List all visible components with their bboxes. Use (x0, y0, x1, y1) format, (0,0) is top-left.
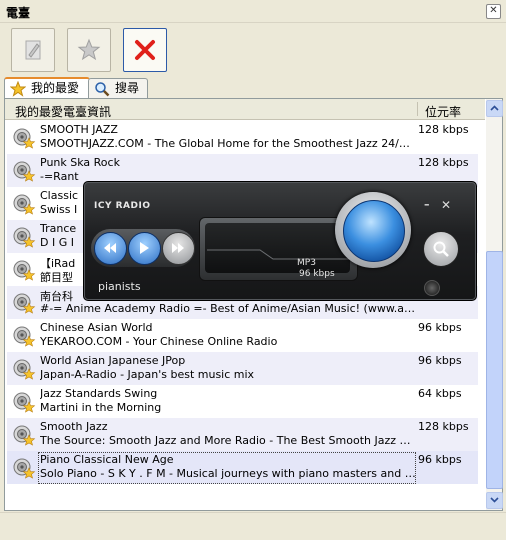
radio-station-icon (13, 260, 36, 281)
radio-player-widget[interactable]: ICY RADIO – ✕ MP3 96 kbps pianists (83, 168, 481, 303)
fast-forward-button[interactable] (162, 232, 195, 265)
station-description: #-= Anime Academy Radio =- Best of Anime… (40, 302, 416, 315)
station-description: YEKAROO.COM - Your Chinese Online Radio (40, 335, 278, 348)
tab-search-label: 搜尋 (115, 81, 140, 95)
window-close-button[interactable]: ✕ (486, 4, 501, 19)
toolbar (0, 22, 506, 78)
station-name: Chinese Asian World (40, 321, 153, 334)
stream-bitrate: 96 kbps (299, 269, 335, 279)
chevron-up-icon (490, 105, 499, 111)
vertical-scrollbar[interactable] (486, 99, 503, 510)
station-description: Martini in the Morning (40, 401, 162, 414)
radio-station-icon (13, 359, 36, 380)
station-name: World Asian Japanese JPop (40, 354, 186, 367)
play-icon (140, 242, 149, 254)
volume-dial-center (343, 200, 405, 262)
radio-station-icon (13, 161, 36, 182)
radio-station-icon (13, 326, 36, 347)
station-row[interactable]: Smooth Jazz The Source: Smooth Jazz and M… (7, 418, 478, 451)
transport-controls (91, 229, 195, 267)
volume-knob[interactable] (424, 280, 440, 296)
title-bar: 電臺 ✕ (0, 0, 506, 23)
station-description: Japan-A-Radio - Japan's best music mix (40, 368, 255, 381)
rewind-button[interactable] (94, 232, 127, 265)
radio-station-icon (13, 392, 36, 413)
star-icon (10, 81, 26, 97)
stream-format: MP3 (297, 258, 316, 268)
column-divider[interactable] (417, 102, 418, 116)
magnifier-icon (95, 82, 110, 97)
delete-x-icon (135, 40, 155, 60)
station-bitrate: 96 kbps (418, 453, 462, 466)
station-name: Jazz Standards Swing (40, 387, 158, 400)
column-header: 我的最愛電臺資訊 位元率 (5, 99, 485, 120)
edit-station-button[interactable] (11, 28, 55, 72)
column-header-info[interactable]: 我的最愛電臺資訊 (15, 103, 111, 120)
lcd-signal-line (207, 249, 350, 260)
station-bitrate: 96 kbps (418, 354, 462, 367)
tab-favorites-label: 我的最愛 (31, 81, 80, 95)
scroll-thumb[interactable] (486, 251, 503, 489)
chevron-down-icon (490, 497, 499, 503)
station-list: 我的最愛電臺資訊 位元率 SMOOTH JAZZ SMOOTHJAZZ.COM -… (4, 98, 503, 511)
station-row[interactable]: Piano Classical New Age Solo Piano - S K … (7, 451, 478, 484)
rewind-icon (104, 243, 116, 253)
player-minimize-button[interactable]: – (424, 198, 430, 211)
fast-forward-icon (172, 243, 184, 253)
star-icon (77, 38, 101, 61)
station-bitrate: 64 kbps (418, 387, 462, 400)
window-title: 電臺 (6, 6, 31, 20)
add-favorite-button[interactable] (67, 28, 111, 72)
tab-favorites[interactable]: 我的最愛 (4, 77, 90, 100)
station-name: Smooth Jazz (40, 420, 108, 433)
radio-station-icon (13, 293, 36, 314)
player-close-button[interactable]: ✕ (441, 198, 451, 212)
focus-rectangle (38, 452, 416, 484)
player-body: ICY RADIO – ✕ MP3 96 kbps pianists (83, 181, 477, 301)
station-description: SMOOTHJAZZ.COM - The Global Home for the… (40, 137, 416, 150)
column-header-bitrate[interactable]: 位元率 (425, 103, 461, 120)
player-title: ICY RADIO (94, 201, 151, 211)
scroll-up-button[interactable] (486, 100, 503, 117)
radio-station-icon (13, 425, 36, 446)
station-row[interactable]: World Asian Japanese JPop Japan-A-Radio -… (7, 352, 478, 385)
player-search-button[interactable] (423, 231, 459, 267)
edit-icon (25, 40, 41, 60)
now-playing-station: pianists (98, 280, 141, 293)
station-row[interactable]: Jazz Standards Swing Martini in the Morni… (7, 385, 478, 418)
magnifier-icon (433, 241, 449, 257)
station-bitrate: 128 kbps (418, 420, 469, 433)
tab-search[interactable]: 搜尋 (88, 78, 148, 98)
delete-station-button[interactable] (123, 28, 167, 72)
scroll-down-button[interactable] (486, 492, 503, 509)
radio-station-icon (13, 458, 36, 479)
lcd-screen: MP3 96 kbps (205, 223, 350, 279)
radio-station-icon (13, 194, 36, 215)
station-name: SMOOTH JAZZ (40, 123, 118, 136)
station-description: The Source: Smooth Jazz and More Radio -… (40, 434, 416, 447)
play-button[interactable] (128, 232, 161, 265)
status-bar (0, 512, 506, 540)
station-row[interactable]: SMOOTH JAZZ SMOOTHJAZZ.COM - The Global H… (7, 121, 478, 154)
station-bitrate: 128 kbps (418, 123, 469, 136)
station-row[interactable]: Chinese Asian World YEKAROO.COM - Your Ch… (7, 319, 478, 352)
station-bitrate: 96 kbps (418, 321, 462, 334)
radio-station-icon (13, 227, 36, 248)
radio-station-icon (13, 128, 36, 149)
volume-dial[interactable] (335, 192, 411, 268)
